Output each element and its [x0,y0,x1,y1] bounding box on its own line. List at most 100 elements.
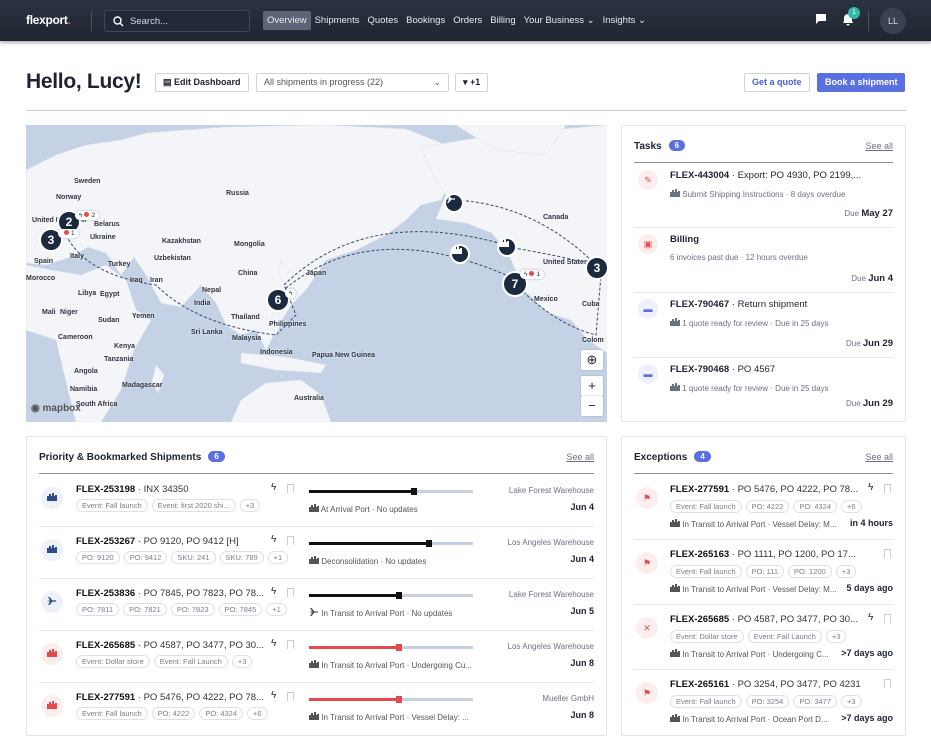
shipment-row[interactable]: FLEX-253198 · INX 34350 Event: Fall launc… [39,475,594,527]
bookmark-icon[interactable] [884,549,891,558]
bookmark-icon[interactable] [884,484,891,493]
task-id: FLEX-443004 [670,170,730,181]
ship-marker[interactable] [497,237,517,257]
tag: Event: Fall launch [670,565,742,578]
map-label-nepal: Nepal [202,287,222,294]
tag: PO: 7821 [123,603,167,616]
pencil-icon: ✎ [638,170,658,190]
ship-icon [309,504,321,514]
ship-marker[interactable] [450,244,470,264]
nav-item-bookings[interactable]: Bookings [402,11,449,30]
bookmark-icon[interactable] [884,614,891,623]
priority-bolt-icon[interactable]: ϟ [868,612,873,623]
exception-row[interactable]: ⚑ FLEX-277591 · PO 5476, PO 4222, PO 78..… [634,475,893,540]
avatar[interactable]: LL [880,8,906,34]
exception-title[interactable]: FLEX-265161 · PO 3254, PO 3477, PO 4231 [670,679,861,690]
shipment-row[interactable]: FLEX-265685 · PO 4587, PO 3477, PO 30...… [39,631,594,683]
progress-marker [396,644,403,651]
task-item[interactable]: ▣ Billing 6 invoices past due · 12 hours o… [634,228,893,293]
nav-item-insights[interactable]: Insights ⌄ [599,11,650,30]
priority-bolt-icon[interactable]: ϟ [271,482,276,493]
zoom-out-button[interactable]: − [581,396,603,416]
shipment-title[interactable]: FLEX-253198 · INX 34350 [76,484,189,495]
get-quote-button[interactable]: Get a quote [744,73,810,92]
filter-button[interactable]: ▾ +1 [455,73,489,92]
shipment-row[interactable]: FLEX-253836 · PO 7845, PO 7823, PO 78...… [39,579,594,631]
tasks-see-all-link[interactable]: See all [865,141,893,151]
shipment-refs: · INX 34350 [135,484,189,495]
exception-tags: Event: Dollar store Event: Fall Launch +3 [670,630,847,643]
nav-item-quotes[interactable]: Quotes [363,11,402,30]
nav-item-shipments[interactable]: Shipments [311,11,364,30]
map-cluster[interactable]: 3 [585,256,607,280]
tag: +6 [841,500,862,513]
book-shipment-button[interactable]: Book a shipment [817,73,905,92]
shipment-filter-select[interactable]: All shipments in progress (22) ⌄ [256,73,449,92]
task-item[interactable]: ✎ FLEX-443004 · Export: PO 4930, PO 2199,… [634,164,893,228]
bookmark-icon[interactable] [287,640,294,649]
exception-row[interactable]: ⚑ FLEX-265161 · PO 3254, PO 3477, PO 4231… [634,670,893,735]
bookmark-icon[interactable] [287,692,294,701]
zoom-in-button[interactable]: + [581,376,603,396]
nav-item-your-business[interactable]: Your Business ⌄ [520,11,599,30]
shipment-title[interactable]: FLEX-265685 · PO 4587, PO 3477, PO 30... [76,640,264,651]
status-text: In Transit to Arrival Port · Vessel Dela… [682,520,837,529]
bookmark-icon[interactable] [287,588,294,597]
flexport-logo[interactable]: flexport. [26,13,71,27]
globe-projection-button[interactable]: ⊕ [581,350,603,370]
shipment-status: At Arrival Port · No updates [309,504,418,514]
bookmark-icon[interactable] [287,484,294,493]
chat-icon[interactable] [815,13,827,25]
task-subtitle: Submit Shipping Instructions · 8 days ov… [670,189,845,199]
shipments-map[interactable]: SwedenNorwayUnited KingdomBelarusUkraine… [26,125,607,422]
tag: Event: Fall launch [670,500,742,513]
shipment-status: In Transit to Arrival Port · Undergoing … [309,660,472,670]
map-label-libya: Libya [78,290,97,297]
priority-bolt-icon[interactable]: ϟ [271,690,276,701]
priority-bolt-icon[interactable]: ϟ [868,482,873,493]
priority-bolt-icon[interactable]: ϟ [271,638,276,649]
map-label-thailand: Thailand [231,314,260,321]
tag: PO: 9412 [123,551,168,564]
nav-item-orders[interactable]: Orders [449,11,486,30]
bookmark-icon[interactable] [884,679,891,688]
destination: Lake Forest Warehouse [508,486,594,495]
search-input[interactable]: Search... [104,10,250,32]
priority-bolt-icon[interactable]: ϟ [271,534,276,545]
mapbox-logo[interactable]: ◉ mapbox [31,403,81,414]
shipment-title[interactable]: FLEX-253836 · PO 7845, PO 7823, PO 78... [76,588,264,599]
task-title: FLEX-443004 · Export: PO 4930, PO 2199,.… [670,170,861,181]
task-item[interactable]: ▬ FLEX-790467 · Return shipment 1 quote r… [634,293,893,358]
bookmark-icon[interactable] [287,536,294,545]
exception-title[interactable]: FLEX-277591 · PO 5476, PO 4222, PO 78... [670,484,858,495]
shipment-title[interactable]: FLEX-277591 · PO 5476, PO 4222, PO 78... [76,692,264,703]
shipment-refs: · PO 5476, PO 4222, PO 78... [135,692,265,703]
cluster-status-pill[interactable]: 1 [58,229,79,238]
cluster-status-pill[interactable]: ϟ1 [520,270,545,279]
exception-title[interactable]: FLEX-265685 · PO 4587, PO 3477, PO 30... [670,614,858,625]
shipment-tags: Event: Dollar store Event: Fall Launch +3 [76,655,253,668]
nav-item-billing[interactable]: Billing [486,11,519,30]
shipment-tags: Event: Fall launch PO: 4222 PO: 4324 +6 [76,707,268,720]
ship-icon [670,383,682,393]
task-subtitle: 1 quote ready for review · Due in 25 day… [670,318,829,328]
priority-see-all-link[interactable]: See all [566,452,594,462]
shipment-row[interactable]: FLEX-253267 · PO 9120, PO 9412 [H] PO: 91… [39,527,594,579]
edit-dashboard-button[interactable]: ▤ Edit Dashboard [155,73,249,92]
map-label-egypt: Egypt [100,291,120,298]
task-due: Due May 27 [844,208,893,219]
shipment-tags: Event: Fall launch Event: first 2020 shi.… [76,499,261,512]
exception-row[interactable]: ✕ FLEX-265685 · PO 4587, PO 3477, PO 30..… [634,605,893,670]
exceptions-see-all-link[interactable]: See all [865,452,893,462]
nav-item-overview[interactable]: Overview [263,11,311,30]
cluster-status-pill[interactable]: ϟ2 [75,211,100,220]
status-text: In Transit to Arrival Port · No updates [321,609,453,618]
airplane-marker[interactable] [444,193,464,213]
priority-bolt-icon[interactable]: ϟ [271,586,276,597]
shipment-title[interactable]: FLEX-253267 · PO 9120, PO 9412 [H] [76,536,239,547]
exception-row[interactable]: ⚑ FLEX-265163 · PO 1111, PO 1200, PO 17..… [634,540,893,605]
shipment-row[interactable]: FLEX-277591 · PO 5476, PO 4222, PO 78...… [39,683,594,735]
task-item[interactable]: ▬ FLEX-790468 · PO 4567 1 quote ready for… [634,358,893,418]
tag: PO: 7845 [218,603,263,616]
exception-title[interactable]: FLEX-265163 · PO 1111, PO 1200, PO 17... [670,549,856,560]
